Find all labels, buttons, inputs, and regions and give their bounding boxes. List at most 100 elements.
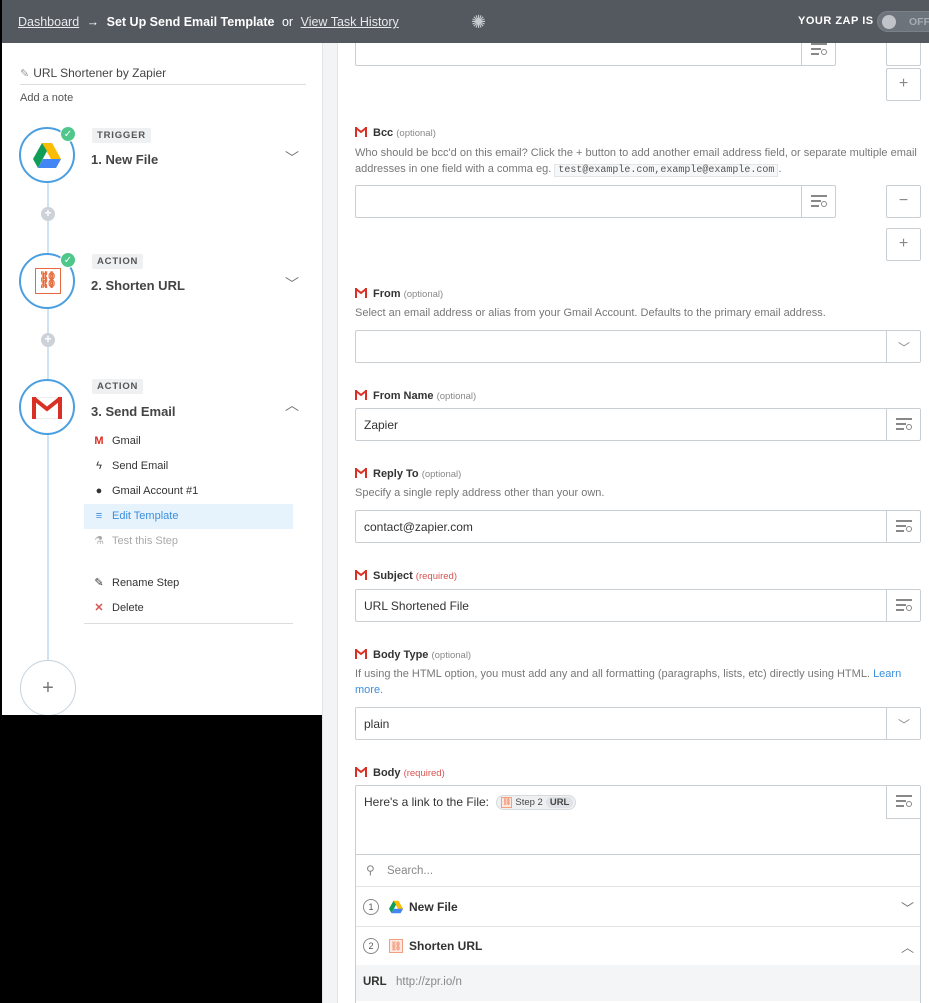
add-step-between-2-3-button[interactable]: +: [41, 333, 55, 347]
optional-tag: (optional): [396, 128, 436, 139]
task-history-link[interactable]: View Task History: [301, 15, 399, 29]
template-form: + Bcc (optional) Who should be bcc'd on …: [338, 43, 929, 1003]
dashboard-link[interactable]: Dashboard: [18, 15, 79, 29]
gmail-icon: [355, 390, 367, 400]
from-help: Select an email address or alias from yo…: [355, 307, 826, 319]
bcc-example-code: test@example.com,example@example.com: [554, 164, 779, 177]
panel-divider[interactable]: [322, 43, 338, 1003]
submenu-item-event[interactable]: ϟ Send Email: [84, 454, 293, 479]
dropdown-toggle[interactable]: ﹀: [886, 331, 920, 362]
field-key: URL: [363, 976, 387, 988]
dropdown-field-url[interactable]: URL http://zpr.io/n: [356, 965, 920, 1001]
insert-field-button[interactable]: [801, 43, 835, 65]
step-2-title[interactable]: 2. Shorten URL: [91, 278, 185, 293]
gmail-icon: [355, 649, 367, 659]
submenu-item-label: Gmail Account #1: [112, 485, 199, 497]
breadcrumb: Dashboard → Set Up Send Email Template o…: [18, 15, 399, 29]
bcc-add-button[interactable]: +: [886, 228, 921, 261]
submenu-item-delete[interactable]: ✕ Delete: [84, 596, 293, 621]
insert-field-icon: [811, 43, 827, 55]
chevron-down-icon[interactable]: ﹀: [285, 274, 299, 294]
gmail-icon: [355, 767, 367, 777]
subject-value: URL Shortened File: [364, 599, 469, 613]
body-type-help: If using the HTML option, you must add a…: [355, 666, 921, 698]
pill-step: Step 2: [515, 797, 543, 808]
submenu-item-label: Gmail: [112, 435, 141, 447]
google-drive-icon: [389, 900, 403, 914]
cc-add-button[interactable]: +: [886, 68, 921, 101]
insert-field-icon: [896, 599, 912, 611]
reply-to-input[interactable]: contact@zapier.com: [355, 510, 921, 543]
step-1-badge: TRIGGER: [92, 128, 151, 143]
step-title: New File: [409, 900, 458, 914]
body-type-help-text: If using the HTML option, you must add a…: [355, 668, 870, 680]
submenu-item-rename[interactable]: ✎ Rename Step: [84, 571, 293, 596]
insert-field-button[interactable]: [801, 186, 835, 217]
cc-remove-button[interactable]: [886, 43, 921, 66]
step-1-title[interactable]: 1. New File: [91, 152, 158, 167]
optional-tag: (optional): [431, 650, 472, 661]
step-2-icon-circle[interactable]: ⛓ ✓: [19, 252, 76, 309]
bcc-help: Who should be bcc'd on this email? Click…: [355, 145, 921, 179]
gmail-icon: [32, 397, 62, 419]
chevron-up-icon[interactable]: ︿: [285, 395, 299, 415]
step-3-title[interactable]: 3. Send Email: [91, 404, 176, 419]
from-name-input[interactable]: Zapier: [355, 408, 921, 441]
sidebar: ✎ URL Shortener by Zapier Add a note ✓ TR…: [2, 43, 322, 716]
step-3-icon-circle[interactable]: [19, 379, 75, 435]
search-icon: ⚲: [366, 863, 375, 877]
bcc-remove-button[interactable]: −: [886, 185, 921, 218]
body-textarea[interactable]: Here's a link to the File: ⛓ Step 2 URL: [355, 785, 921, 856]
submenu-item-test-step[interactable]: ⚗ Test this Step: [84, 529, 293, 554]
url-shortener-icon: ⛓: [501, 796, 513, 808]
bcc-input[interactable]: [355, 185, 836, 218]
insert-field-icon: [896, 520, 912, 532]
gmail-icon: [355, 468, 367, 478]
insert-field-button[interactable]: [886, 786, 920, 819]
submenu-spacer: [84, 554, 293, 571]
step-1-icon-circle[interactable]: ✓: [19, 126, 76, 183]
chevron-down-icon[interactable]: ﹀: [285, 148, 299, 168]
reply-to-value: contact@zapier.com: [364, 520, 473, 534]
submenu-item-account[interactable]: ● Gmail Account #1: [84, 479, 293, 504]
from-name-label: From Name (optional): [355, 389, 476, 402]
reply-to-help: Specify a single reply address other tha…: [355, 487, 605, 499]
submenu-item-edit-template[interactable]: ≡ Edit Template: [84, 504, 293, 529]
page-title: Set Up Send Email Template: [106, 15, 275, 29]
zap-toggle[interactable]: OFF: [877, 11, 929, 32]
breadcrumb-or: or: [281, 15, 294, 29]
toggle-knob: [882, 15, 896, 29]
insert-field-button[interactable]: [886, 511, 920, 542]
submenu-item-label: Rename Step: [112, 577, 180, 589]
body-type-label: Body Type (optional): [355, 648, 471, 661]
submenu-item-label: Delete: [112, 602, 144, 614]
dropdown-step-1[interactable]: 1 New File ﹀: [356, 888, 920, 927]
cc-field[interactable]: [355, 43, 836, 66]
sidebar-empty-area: [2, 715, 322, 1003]
insert-field-button[interactable]: [886, 409, 920, 440]
body-type-select[interactable]: plain ﹀: [355, 707, 921, 740]
gmail-icon: [355, 127, 367, 137]
from-label-text: From: [373, 288, 401, 300]
insert-field-icon: [896, 418, 912, 430]
body-value: Here's a link to the File: ⛓ Step 2 URL: [364, 794, 577, 811]
subject-label-text: Subject: [373, 570, 413, 582]
from-select[interactable]: ﹀: [355, 330, 921, 363]
add-step-button[interactable]: +: [20, 660, 76, 716]
body-type-value: plain: [364, 717, 390, 731]
dropdown-search[interactable]: ⚲ Search...: [356, 855, 920, 887]
dropdown-toggle[interactable]: ﹀: [886, 708, 920, 739]
field-pill[interactable]: ⛓ Step 2 URL: [496, 794, 577, 810]
insert-field-button[interactable]: [886, 590, 920, 621]
add-step-between-1-2-button[interactable]: +: [41, 207, 55, 221]
submenu-item-app[interactable]: M Gmail: [84, 429, 293, 454]
body-text: Here's a link to the File:: [364, 795, 490, 809]
dropdown-step-2[interactable]: 2 ⛓ Shorten URL ︿: [356, 927, 920, 966]
step-complete-check-icon: ✓: [60, 126, 76, 142]
zap-name-field[interactable]: ✎ URL Shortener by Zapier: [20, 66, 306, 85]
reply-to-label-text: Reply To: [373, 468, 419, 480]
subject-input[interactable]: URL Shortened File: [355, 589, 921, 622]
add-note-link[interactable]: Add a note: [20, 92, 73, 104]
optional-tag: (optional): [436, 391, 477, 402]
optional-tag: (optional): [421, 469, 462, 480]
